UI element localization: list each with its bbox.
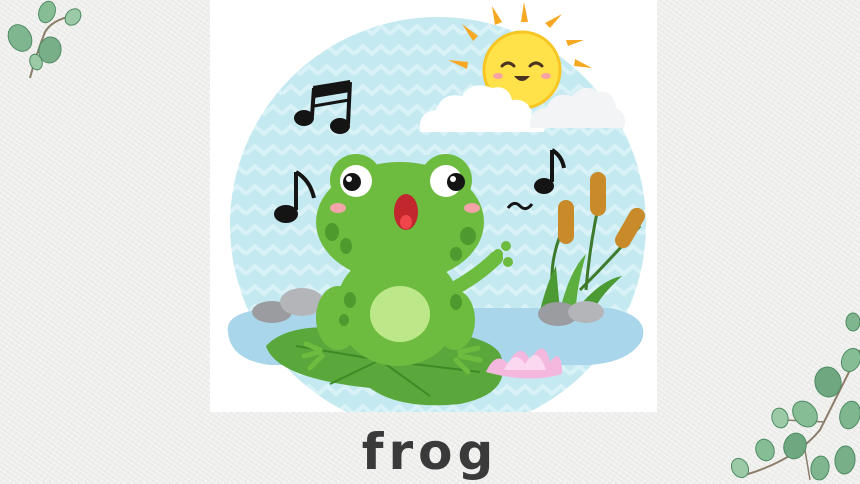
word-label: frog (361, 423, 499, 481)
leaf-branch-icon (7, 0, 82, 79)
slide: frog (0, 0, 860, 484)
frog-illustration (210, 0, 657, 412)
